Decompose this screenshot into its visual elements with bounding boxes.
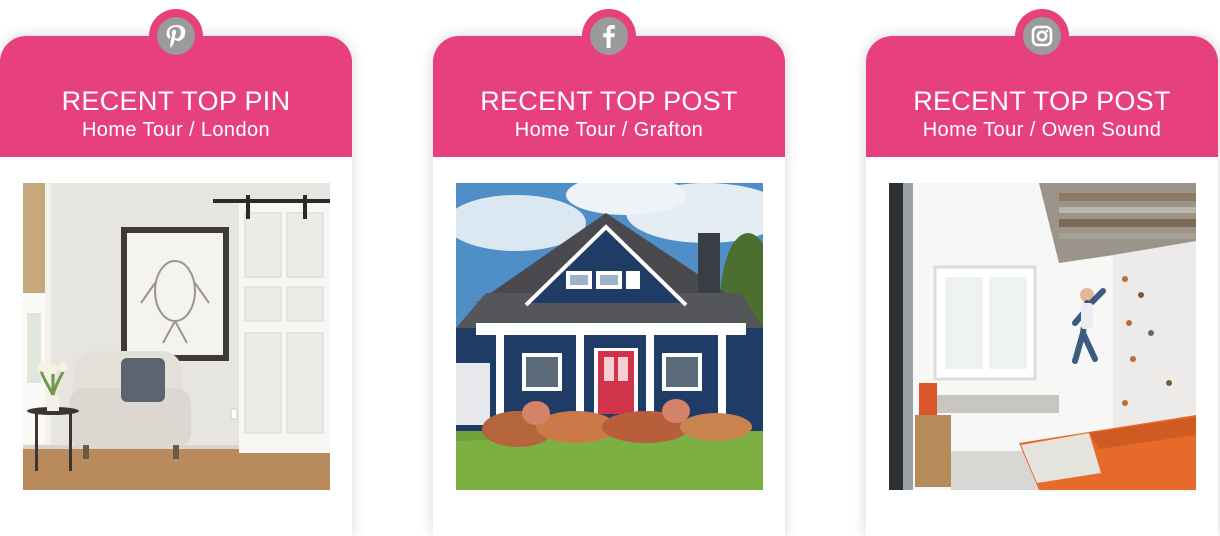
sitting-room-photo[interactable]: [23, 183, 330, 490]
house-exterior-illustration: [456, 183, 763, 490]
card-subtitle[interactable]: Home Tour / Owen Sound: [866, 118, 1218, 142]
facebook-icon: [603, 25, 615, 48]
card-title: RECENT TOP POST: [913, 86, 1171, 116]
top-pin-card-london[interactable]: RECENT TOP PIN Home Tour / London: [0, 9, 352, 536]
facebook-badge[interactable]: [582, 9, 636, 63]
instagram-badge[interactable]: [1015, 9, 1069, 63]
house-exterior-photo[interactable]: [456, 183, 763, 490]
card-title: RECENT TOP PIN: [61, 86, 291, 116]
card-subtitle[interactable]: Home Tour / Grafton: [433, 118, 785, 142]
sitting-room-illustration: [23, 183, 330, 490]
kids-bedroom-photo[interactable]: [889, 183, 1196, 490]
top-post-card-owen-sound[interactable]: RECENT TOP POST Home Tour / Owen Sound: [866, 9, 1218, 536]
pinterest-badge[interactable]: [149, 9, 203, 63]
top-post-card-grafton[interactable]: RECENT TOP POST Home Tour / Grafton: [433, 9, 785, 536]
kids-bedroom-illustration: [889, 183, 1196, 490]
instagram-icon: [1031, 25, 1053, 47]
card-title: RECENT TOP POST: [480, 86, 738, 116]
card-subtitle[interactable]: Home Tour / London: [0, 118, 352, 142]
pinterest-icon: [166, 25, 186, 48]
